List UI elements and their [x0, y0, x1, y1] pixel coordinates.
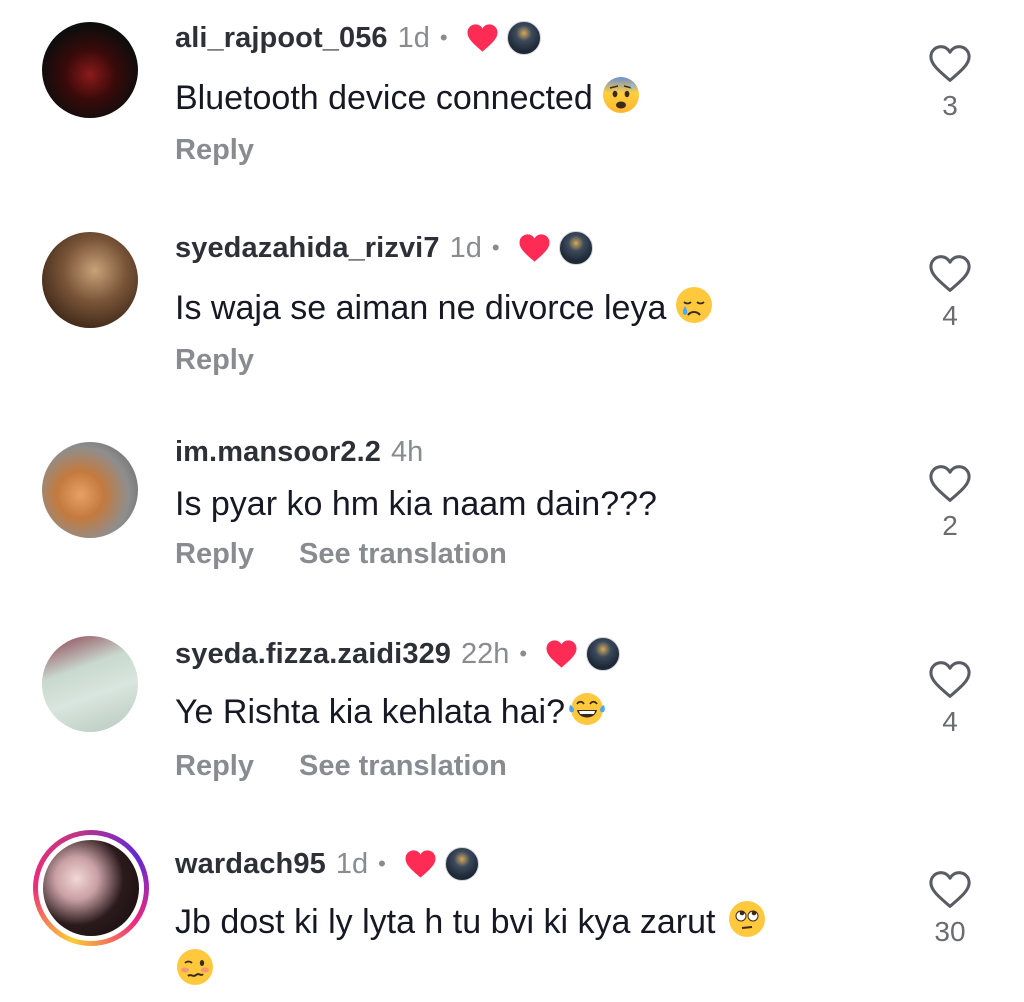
like-count: 4 [942, 706, 958, 737]
see-translation-button[interactable]: See translation [299, 538, 507, 571]
comment-username[interactable]: ali_rajpoot_056 [175, 22, 388, 55]
like-button[interactable]: 4 [918, 254, 982, 332]
reply-button[interactable]: Reply [175, 344, 254, 377]
like-count: 30 [934, 916, 966, 947]
reply-button[interactable]: Reply [175, 750, 254, 783]
crying-face-emoji-icon [676, 287, 713, 323]
creator-liked-heart-icon [546, 640, 577, 668]
creator-liked-heart-icon [519, 234, 550, 262]
comment-time: 4h [391, 435, 424, 468]
avatar[interactable] [42, 442, 138, 538]
creator-avatar-badge [558, 231, 593, 265]
reply-button[interactable]: Reply [175, 134, 254, 167]
avatar[interactable] [42, 636, 138, 732]
comment-time: 22h [461, 637, 510, 670]
heart-outline-icon [929, 871, 971, 908]
reply-button[interactable]: Reply [175, 538, 254, 571]
see-translation-button[interactable]: See translation [299, 750, 507, 783]
anxious-face-emoji-icon [602, 77, 639, 113]
woozy-face-emoji-icon [177, 949, 213, 985]
comment-username[interactable]: wardach95 [175, 848, 326, 881]
like-button[interactable]: 2 [918, 464, 982, 542]
comment-time: 1d [335, 847, 369, 880]
heart-outline-icon [929, 661, 971, 698]
like-count: 4 [942, 300, 958, 331]
comment-text: Ye Rishta kia kehlata hai? [175, 693, 566, 731]
avatar[interactable] [42, 232, 138, 328]
like-count: 3 [942, 90, 958, 121]
separator-dot: • [378, 851, 386, 876]
creator-liked-heart-icon [405, 850, 436, 878]
comment-username[interactable]: syeda.fizza.zaidi329 [175, 638, 451, 671]
tears-of-joy-emoji-icon [569, 693, 605, 725]
separator-dot: • [519, 641, 528, 666]
creator-liked-heart-icon [467, 24, 498, 52]
comment-text: Is waja se aiman ne divorce leya [175, 289, 667, 327]
comment-username[interactable]: syedazahida_rizvi7 [175, 232, 440, 265]
like-count: 2 [942, 510, 958, 541]
comment-text: Jb dost ki ly lyta h tu bvi ki kya zarut [175, 903, 716, 941]
avatar[interactable] [42, 22, 138, 118]
separator-dot: • [439, 25, 448, 50]
separator-dot: • [491, 235, 500, 260]
creator-avatar-badge [506, 21, 541, 55]
creator-avatar-badge [586, 637, 621, 671]
heart-outline-icon [929, 45, 971, 82]
comment-time: 1d [449, 231, 482, 264]
heart-outline-icon [929, 465, 971, 502]
avatar-story-ring[interactable] [33, 830, 149, 946]
comment-time: 1d [397, 21, 430, 54]
comment-username[interactable]: im.mansoor2.2 [175, 436, 381, 469]
like-button[interactable]: 30 [918, 870, 982, 948]
like-button[interactable]: 4 [918, 660, 982, 738]
avatar [43, 840, 139, 936]
comment-text: Is pyar ko hm kia naam dain??? [175, 485, 657, 523]
like-button[interactable]: 3 [918, 44, 982, 122]
heart-outline-icon [929, 255, 971, 292]
creator-avatar-badge [444, 847, 479, 881]
comment-text: Bluetooth device connected [175, 79, 593, 117]
rolling-eyes-emoji-icon [729, 901, 766, 937]
